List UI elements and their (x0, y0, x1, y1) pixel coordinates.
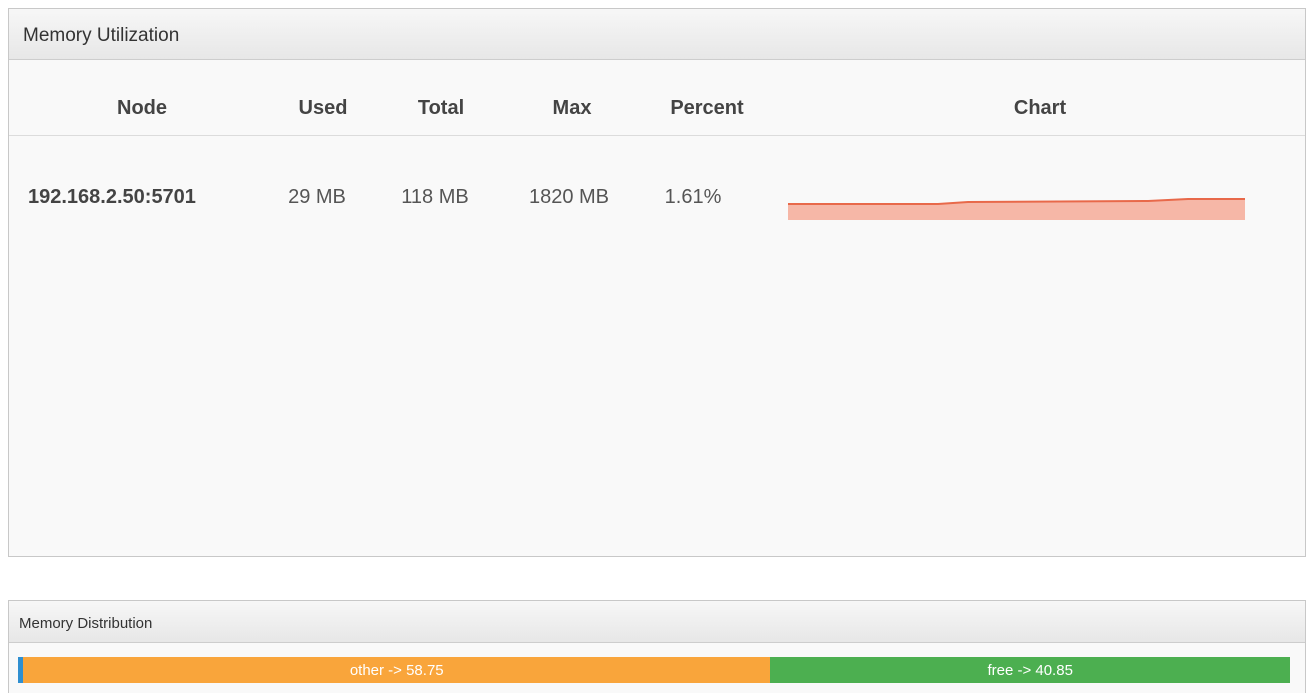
panel-title: Memory Distribution (19, 615, 153, 632)
column-header-used: Used (298, 97, 348, 119)
column-header-percent: Percent (670, 97, 744, 119)
memory-distribution-bar: other -> 58.75 free -> 40.85 (18, 657, 1290, 683)
memory-sparkline-chart (788, 198, 1245, 220)
panel-header: Memory Utilization (9, 9, 1305, 60)
header-divider (9, 135, 1305, 136)
column-header-chart: Chart (1013, 97, 1067, 119)
column-header-node: Node (117, 97, 167, 119)
cell-max: 1820 MB (528, 186, 610, 208)
cell-used: 29 MB (288, 186, 346, 208)
memory-distribution-panel: Memory Distribution other -> 58.75 free -… (8, 600, 1306, 693)
panel-title: Memory Utilization (23, 25, 180, 46)
cell-percent: 1.61% (664, 186, 722, 208)
column-header-total: Total (417, 97, 465, 119)
distribution-segment-free: free -> 40.85 (770, 657, 1290, 683)
memory-utilization-panel: Memory Utilization Node Used Total Max P… (8, 8, 1306, 557)
cell-node: 192.168.2.50:5701 (28, 186, 196, 208)
distribution-segment-other: other -> 58.75 (23, 657, 771, 683)
column-header-max: Max (552, 97, 592, 119)
panel-header: Memory Distribution (9, 601, 1305, 643)
cell-total: 118 MB (401, 186, 469, 208)
